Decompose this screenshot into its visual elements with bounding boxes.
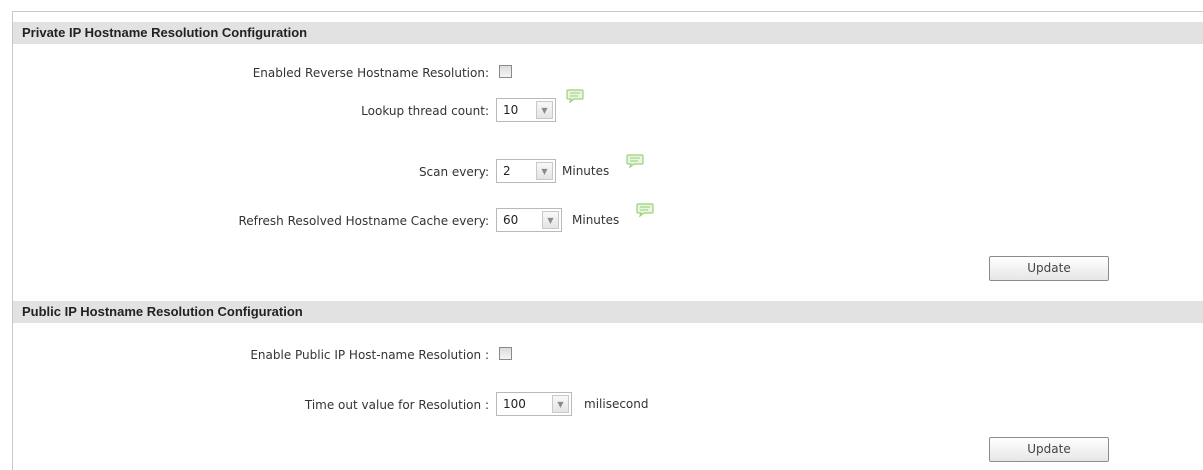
chevron-down-icon[interactable]: ▼ [542, 211, 559, 229]
public-resolution-row: Enable Public IP Host-name Resolution : [0, 342, 1203, 368]
chevron-down-icon[interactable]: ▼ [536, 101, 553, 119]
chevron-down-icon[interactable]: ▼ [536, 162, 553, 180]
lookup-thread-row: Lookup thread count: 10 ▼ [0, 89, 1203, 124]
chevron-down-icon[interactable]: ▼ [552, 395, 569, 413]
public-section-title: Public IP Hostname Resolution Configurat… [22, 304, 303, 319]
lookup-thread-value: 10 [503, 103, 519, 117]
public-resolution-label: Enable Public IP Host-name Resolution : [250, 348, 489, 362]
speech-bubble-icon[interactable] [626, 154, 644, 168]
refresh-cache-unit: Minutes [572, 213, 620, 227]
speech-bubble-icon[interactable] [566, 89, 584, 103]
scan-every-select[interactable]: 2 ▼ [496, 159, 556, 183]
public-section-header: Public IP Hostname Resolution Configurat… [13, 301, 1203, 323]
timeout-row: Time out value for Resolution : 100 ▼ mi… [0, 392, 1203, 418]
reverse-resolution-label: Enabled Reverse Hostname Resolution: [252, 66, 489, 80]
timeout-value: 100 [503, 397, 526, 411]
speech-bubble-icon[interactable] [636, 203, 654, 217]
private-section-title: Private IP Hostname Resolution Configura… [22, 25, 308, 40]
refresh-cache-value: 60 [503, 213, 519, 227]
timeout-unit: milisecond [584, 397, 649, 411]
scan-every-label: Scan every: [418, 165, 489, 179]
private-update-button[interactable]: Update [989, 256, 1109, 281]
scan-every-value: 2 [503, 164, 511, 178]
refresh-cache-select[interactable]: 60 ▼ [496, 208, 562, 232]
public-resolution-checkbox[interactable] [499, 347, 512, 360]
refresh-cache-label: Refresh Resolved Hostname Cache every: [238, 214, 489, 228]
refresh-cache-row: Refresh Resolved Hostname Cache every: 6… [0, 203, 1203, 234]
timeout-label: Time out value for Resolution : [304, 398, 489, 412]
scan-every-row: Scan every: 2 ▼ Minutes [0, 154, 1203, 185]
timeout-select[interactable]: 100 ▼ [496, 392, 572, 416]
public-update-button[interactable]: Update [989, 437, 1109, 462]
private-section-header: Private IP Hostname Resolution Configura… [13, 22, 1203, 44]
lookup-thread-select[interactable]: 10 ▼ [496, 98, 556, 122]
reverse-resolution-row: Enabled Reverse Hostname Resolution: [0, 60, 1203, 86]
reverse-resolution-checkbox[interactable] [499, 65, 512, 78]
lookup-thread-label: Lookup thread count: [361, 104, 489, 118]
scan-every-unit: Minutes [562, 164, 610, 178]
